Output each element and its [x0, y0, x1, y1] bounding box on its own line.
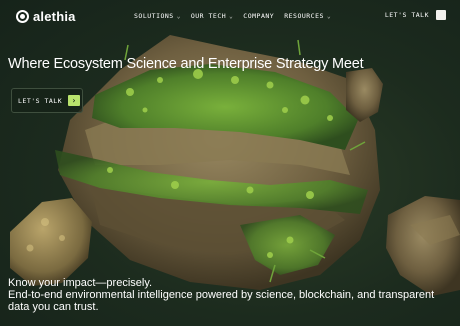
nav-item-label: OUR TECH [190, 12, 227, 20]
hero-lets-talk-button[interactable]: LET'S TALK › [11, 88, 83, 113]
golden-rock-left [10, 198, 92, 286]
ring-logo-icon [16, 10, 29, 23]
nav-item-resources[interactable]: RESOURCES ⌄ [284, 12, 331, 20]
hero-tagline: Know your impact—precisely. End-to-end e… [8, 277, 448, 313]
small-rock-top-right [346, 68, 383, 122]
hero-headline: Where Ecosystem Science and Enterprise S… [8, 56, 364, 72]
arrow-right-icon: › [68, 95, 81, 106]
chevron-down-icon: ⌄ [326, 12, 332, 20]
top-nav: alethia SOLUTIONS ⌄ OUR TECH ⌄ COMPANY R… [0, 0, 460, 32]
page: alethia SOLUTIONS ⌄ OUR TECH ⌄ COMPANY R… [0, 0, 460, 326]
nav-menu: SOLUTIONS ⌄ OUR TECH ⌄ COMPANY RESOURCES… [134, 12, 331, 20]
main-rock [55, 35, 380, 290]
hero-button-label: LET'S TALK [18, 96, 63, 105]
nav-item-label: COMPANY [243, 12, 275, 20]
tagline-line-2: End-to-end environmental intelligence po… [8, 289, 435, 313]
nav-item-our-tech[interactable]: OUR TECH ⌄ [191, 12, 233, 20]
brand-name: alethia [33, 9, 76, 24]
nav-cta-label: LET'S TALK [384, 11, 429, 19]
square-icon [436, 10, 446, 20]
chevron-down-icon: ⌄ [176, 12, 181, 20]
nav-lets-talk-button[interactable]: LET'S TALK [385, 10, 446, 20]
nav-item-company[interactable]: COMPANY [243, 12, 274, 20]
nav-item-label: RESOURCES [284, 12, 324, 20]
tagline-line-1: Know your impact—precisely. [8, 277, 153, 289]
nav-item-solutions[interactable]: SOLUTIONS ⌄ [134, 12, 181, 20]
brand-logo[interactable]: alethia [16, 9, 76, 24]
chevron-down-icon: ⌄ [229, 12, 234, 20]
nav-item-label: SOLUTIONS [134, 12, 174, 20]
